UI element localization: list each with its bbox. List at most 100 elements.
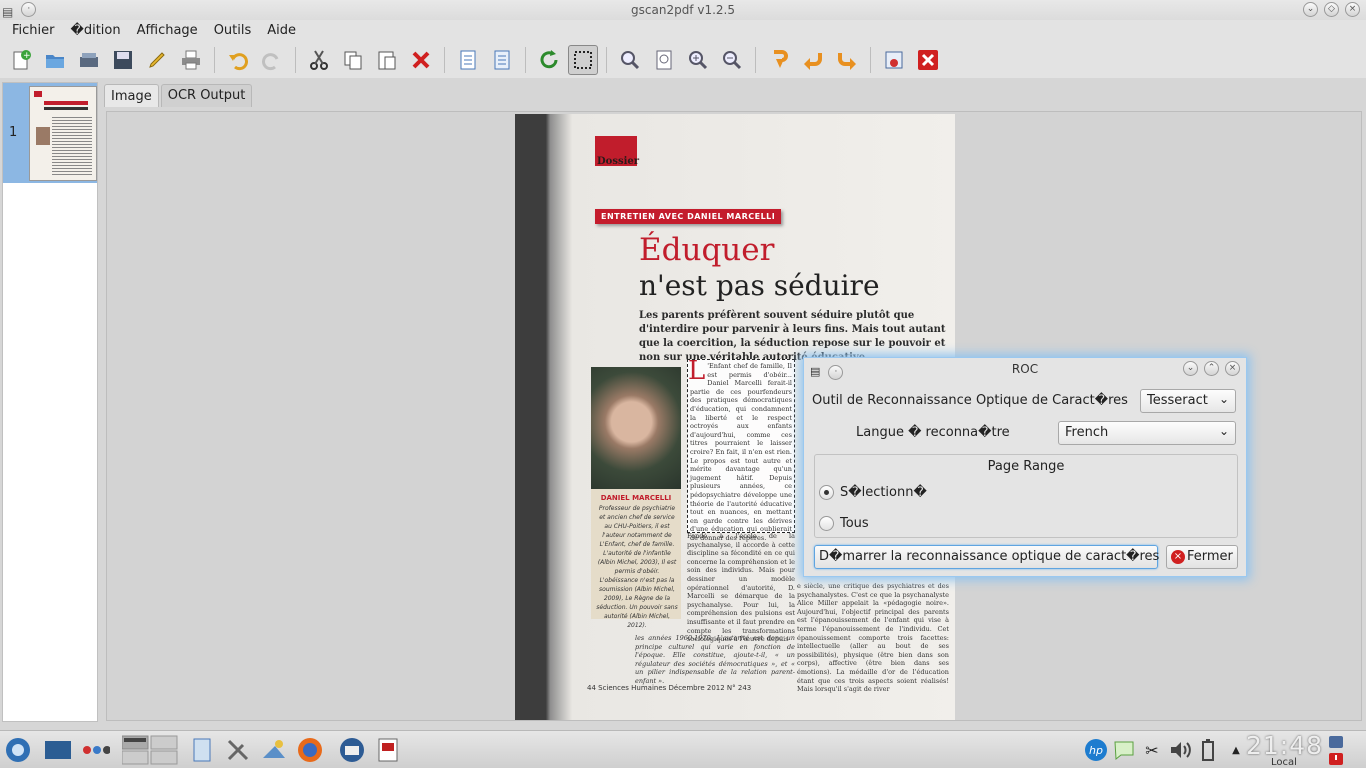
toolbar-separator [525, 47, 526, 73]
save-icon[interactable] [108, 45, 138, 75]
toolbar-separator [295, 47, 296, 73]
page-footer: 44 Sciences Humaines Décembre 2012 N° 24… [587, 684, 752, 692]
rotate-180-icon[interactable] [764, 45, 794, 75]
menu-edition[interactable]: �dition [63, 20, 129, 42]
renumber-icon[interactable] [453, 45, 483, 75]
dialog-close-button[interactable]: × [1225, 361, 1240, 376]
toolbar-separator [606, 47, 607, 73]
firefox-icon[interactable] [296, 736, 324, 764]
dialog-menu-button[interactable]: · [828, 364, 844, 380]
caption-name: DANIEL MARCELLI [600, 494, 672, 502]
delete-icon[interactable] [406, 45, 436, 75]
paste-icon[interactable] [372, 45, 402, 75]
copy-icon[interactable] [338, 45, 368, 75]
thumbnail-item[interactable]: 1 [3, 83, 97, 183]
dialog-titlebar: ▤ · ROC ⌄ ⌃ × [804, 358, 1246, 380]
ocr-tool-select[interactable]: Tesseract ⌄ [1140, 389, 1236, 413]
radio-button-unchecked[interactable] [819, 516, 834, 531]
close-icon: × [1171, 549, 1185, 564]
pager-icon[interactable] [122, 735, 178, 765]
quit-icon[interactable] [913, 45, 943, 75]
ocr-dialog: ▤ · ROC ⌄ ⌃ × Outil de Reconnaissance Op… [803, 357, 1247, 577]
thumbnail-panel: 1 [2, 82, 98, 722]
email-icon[interactable] [142, 45, 172, 75]
start-ocr-button[interactable]: D�marrer la reconnaissance optique de ca… [814, 545, 1159, 569]
menu-outils[interactable]: Outils [206, 20, 260, 42]
chat-icon[interactable] [1110, 736, 1138, 764]
app-icon[interactable]: ▤ [2, 2, 13, 22]
article-title-line1: Éduquer [639, 232, 775, 268]
refresh-icon[interactable] [534, 45, 564, 75]
language-value: French [1065, 425, 1109, 440]
dialog-title: ROC [1011, 362, 1039, 376]
select-region-icon[interactable] [568, 45, 598, 75]
rotate-right-icon[interactable] [832, 45, 862, 75]
dialog-minimize-button[interactable]: ⌄ [1183, 361, 1198, 376]
article-column-middle: Fondé à l'école de la psychanalyse, il a… [687, 532, 795, 644]
scanner-app-icon[interactable] [260, 736, 288, 764]
zoom-fit-icon[interactable] [649, 45, 679, 75]
article-banner: ENTRETIEN AVEC DANIEL MARCELLI [595, 209, 782, 224]
clipboard-scissors-icon[interactable]: ✂ [1138, 736, 1166, 764]
close-button[interactable]: × [1345, 2, 1360, 17]
page-range-frame: Page Range S�lectionn� Tous [814, 454, 1238, 538]
menu-affichage[interactable]: Affichage [129, 20, 206, 42]
settings-tools-icon[interactable] [224, 736, 252, 764]
tab-image[interactable]: Image [104, 84, 159, 107]
taskbar: hp ✂ ▲ 21:48 Local [0, 730, 1366, 768]
dialog-app-icon[interactable]: ▤ [810, 361, 820, 383]
power-icon[interactable] [1322, 751, 1350, 767]
hp-icon[interactable]: hp [1082, 736, 1110, 764]
thunderbird-icon[interactable] [338, 736, 366, 764]
kde-menu-icon[interactable] [4, 736, 32, 764]
lock-screen-icon[interactable] [1322, 734, 1350, 750]
new-icon[interactable]: + [6, 45, 36, 75]
close-dialog-button[interactable]: × Fermer [1166, 545, 1238, 569]
caption-text: Professeur de psychiatrie et ancien chef… [596, 505, 678, 629]
zoom-100-icon[interactable] [615, 45, 645, 75]
open-icon[interactable] [40, 45, 70, 75]
ocr-selection-region[interactable]: L 'Enfant chef de famille, Il est permis… [687, 356, 795, 542]
language-select[interactable]: French ⌄ [1058, 421, 1236, 445]
file-manager-icon[interactable] [188, 736, 216, 764]
toolbar-separator [444, 47, 445, 73]
select-all-icon[interactable] [487, 45, 517, 75]
minimize-button[interactable]: ⌄ [1303, 2, 1318, 17]
menu-fichier[interactable]: Fichier [4, 20, 63, 42]
zoom-out-icon[interactable] [717, 45, 747, 75]
thumbnail-image[interactable] [29, 86, 97, 181]
dialog-maximize-button[interactable]: ⌃ [1204, 361, 1219, 376]
selected-text: 'Enfant chef de famille, Il est permis d… [690, 362, 792, 542]
window-menu-button[interactable]: · [21, 2, 37, 17]
toolbar-separator [214, 47, 215, 73]
show-desktop-icon[interactable] [44, 736, 72, 764]
radio-button-checked[interactable] [819, 485, 834, 500]
redo-icon[interactable] [257, 45, 287, 75]
author-photo [591, 367, 681, 489]
chevron-down-icon: ⌄ [1218, 392, 1229, 406]
language-label: Langue � reconna�tre [856, 425, 1010, 440]
scan-icon[interactable] [74, 45, 104, 75]
maximize-button[interactable]: ◇ [1324, 2, 1339, 17]
page-range-title: Page Range [987, 459, 1065, 474]
properties-icon[interactable] [879, 45, 909, 75]
clock[interactable]: 21:48 [1246, 731, 1323, 760]
zoom-in-icon[interactable] [683, 45, 713, 75]
dropcap: L [688, 356, 706, 386]
toolbar-separator [755, 47, 756, 73]
print-icon[interactable] [176, 45, 206, 75]
activities-icon[interactable] [82, 736, 110, 764]
gscan2pdf-task-icon[interactable] [374, 736, 402, 764]
rotate-left-icon[interactable] [798, 45, 828, 75]
cut-icon[interactable] [304, 45, 334, 75]
svg-text:hp: hp [1089, 744, 1103, 757]
volume-icon[interactable] [1166, 736, 1194, 764]
undo-icon[interactable] [223, 45, 253, 75]
battery-icon[interactable] [1194, 736, 1222, 764]
tab-ocr-output[interactable]: OCR Output [160, 84, 253, 107]
menu-aide[interactable]: Aide [259, 20, 304, 42]
radio-all[interactable]: Tous [819, 516, 869, 531]
radio-all-label: Tous [840, 516, 869, 531]
window-titlebar: ▤ · gscan2pdf v1.2.5 ⌄ ◇ × [0, 0, 1366, 20]
radio-selected[interactable]: S�lectionn� [819, 485, 927, 500]
